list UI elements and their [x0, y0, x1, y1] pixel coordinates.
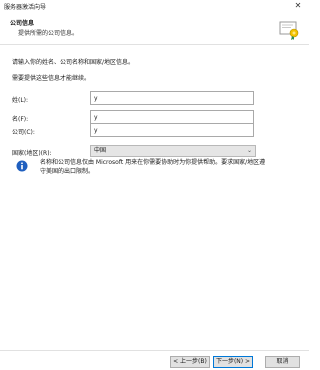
- last-name-label: 姓(L):: [12, 97, 29, 104]
- chevron-down-icon: ⌄: [246, 147, 252, 154]
- country-select-value: 中国: [94, 147, 107, 154]
- cancel-button[interactable]: 取消: [265, 356, 300, 368]
- certificate-icon: [279, 21, 299, 40]
- page-subtitle: 提供所需的公司信息。: [18, 30, 79, 37]
- country-select[interactable]: 中国 ⌄: [90, 145, 256, 157]
- info-icon: [16, 160, 28, 172]
- company-input[interactable]: y: [90, 123, 254, 137]
- window-title: 服务器激活向导: [4, 4, 47, 11]
- next-button[interactable]: 下一步(N) >: [213, 356, 253, 368]
- required-note: 需要提供这些信息才能继续。: [12, 75, 91, 82]
- info-message: 名称和公司信息仅由 Microsoft 用来在你需要协助时为你提供帮助。要求国家…: [40, 159, 266, 175]
- form-area: 请输入你的姓名、公司名称和国家/地区信息。 需要提供这些信息才能继续。 姓(L)…: [0, 45, 309, 345]
- first-name-label: 名(F):: [12, 116, 29, 123]
- last-name-input[interactable]: y: [90, 91, 254, 105]
- button-bar: < 上一步(B) 下一步(N) > 取消: [0, 350, 309, 370]
- back-button[interactable]: < 上一步(B): [170, 356, 210, 368]
- page-title: 公司信息: [10, 20, 35, 27]
- intro-text: 请输入你的姓名、公司名称和国家/地区信息。: [12, 59, 135, 66]
- first-name-input[interactable]: y: [90, 110, 254, 124]
- title-bar: 服务器激活向导 ✕: [0, 0, 309, 12]
- wizard-header: 公司信息 提供所需的公司信息。: [0, 12, 309, 45]
- close-icon[interactable]: ✕: [293, 1, 303, 11]
- company-label: 公司(C):: [12, 129, 35, 136]
- country-label: 国家(地区)(R):: [12, 150, 52, 157]
